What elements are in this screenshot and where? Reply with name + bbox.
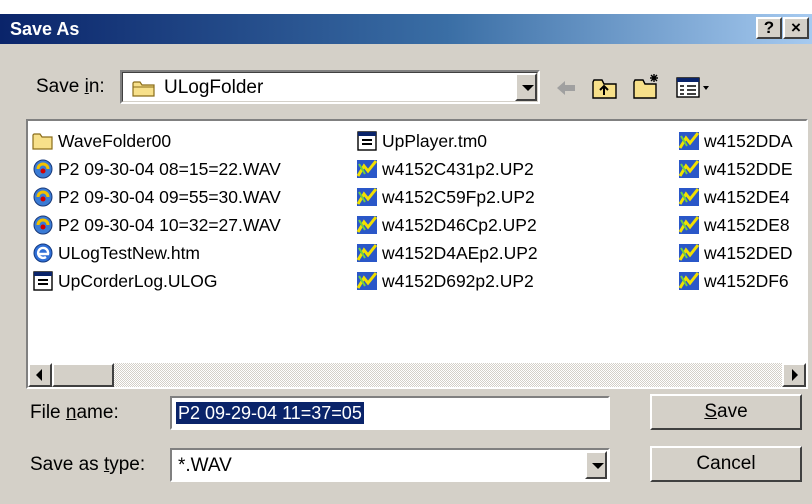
up-one-level-icon[interactable]	[592, 76, 618, 100]
file-column-3: w4152DDA w4152DDE w4152DE4 w4152DE8 w415…	[678, 127, 793, 295]
new-folder-icon[interactable]	[632, 72, 662, 100]
close-button[interactable]: ×	[783, 17, 809, 39]
up2-file-icon	[356, 244, 378, 262]
list-item[interactable]: P2 09-30-04 08=15=22.WAV	[32, 155, 281, 183]
up2-file-icon	[678, 132, 700, 150]
list-item[interactable]: w4152DDA	[678, 127, 793, 155]
list-item[interactable]: w4152DF6	[678, 267, 793, 295]
up2-file-icon	[678, 160, 700, 178]
list-item[interactable]: w4152D692p2.UP2	[356, 267, 538, 295]
up2-file-icon	[356, 188, 378, 206]
list-item[interactable]: w4152C59Fp2.UP2	[356, 183, 538, 211]
up2-file-icon	[678, 272, 700, 290]
file-name-label: File name:	[30, 402, 119, 423]
list-item[interactable]: ULogTestNew.htm	[32, 239, 281, 267]
application-file-icon	[33, 271, 53, 291]
list-item[interactable]: w4152DE4	[678, 183, 793, 211]
list-item[interactable]: w4152DDE	[678, 155, 793, 183]
audio-file-icon	[33, 215, 53, 235]
scrollbar-thumb[interactable]	[52, 363, 114, 387]
scroll-right-button[interactable]	[782, 363, 806, 387]
audio-file-icon	[33, 187, 53, 207]
up2-file-icon	[678, 244, 700, 262]
save-as-type-dropdown[interactable]: *.WAV	[170, 448, 610, 482]
file-column-2: UpPlayer.tm0 w4152C431p2.UP2 w4152C59Fp2…	[356, 127, 538, 295]
save-in-dropdown[interactable]: ULogFolder	[120, 70, 540, 104]
up2-file-icon	[356, 272, 378, 290]
list-item[interactable]: P2 09-30-04 09=55=30.WAV	[32, 183, 281, 211]
save-as-type-label: Save as type:	[30, 454, 146, 475]
folder-icon	[132, 81, 155, 97]
dialog-title: Save As	[10, 19, 80, 39]
audio-file-icon	[33, 159, 53, 179]
list-item[interactable]: w4152D46Cp2.UP2	[356, 211, 538, 239]
cancel-button[interactable]: Cancel	[650, 446, 802, 482]
up2-file-icon	[678, 216, 700, 234]
arrow-left-icon	[36, 369, 42, 381]
horizontal-scrollbar[interactable]	[28, 363, 806, 387]
list-item[interactable]: WaveFolder00	[32, 127, 281, 155]
up2-file-icon	[356, 216, 378, 234]
help-button[interactable]: ?	[756, 17, 782, 39]
view-menu-icon[interactable]	[676, 76, 712, 100]
folder-icon	[32, 133, 53, 150]
file-list[interactable]: WaveFolder00 P2 09-30-04 08=15=22.WAV P2…	[26, 119, 808, 389]
chevron-down-icon	[522, 85, 534, 91]
list-item[interactable]: P2 09-30-04 10=32=27.WAV	[32, 211, 281, 239]
file-column-1: WaveFolder00 P2 09-30-04 08=15=22.WAV P2…	[32, 127, 281, 295]
list-item[interactable]: w4152D4AEp2.UP2	[356, 239, 538, 267]
html-file-icon	[33, 243, 53, 263]
save-as-type-dropdown-button[interactable]	[585, 451, 607, 479]
up2-file-icon	[356, 160, 378, 178]
save-as-dialog: Save As ? × Save in: ULogFolder WaveFold…	[0, 14, 812, 504]
list-item[interactable]: w4152DED	[678, 239, 793, 267]
file-name-input[interactable]: P2 09-29-04 11=37=05	[170, 396, 610, 430]
list-item[interactable]: w4152DE8	[678, 211, 793, 239]
save-in-dropdown-button[interactable]	[515, 73, 537, 101]
save-in-label: Save in:	[36, 76, 105, 97]
list-item[interactable]: UpPlayer.tm0	[356, 127, 538, 155]
chevron-down-icon	[592, 463, 604, 469]
file-name-value: P2 09-29-04 11=37=05	[176, 402, 364, 424]
save-button[interactable]: Save	[650, 394, 802, 430]
title-bar[interactable]: Save As ? ×	[0, 14, 812, 44]
arrow-right-icon	[792, 369, 798, 381]
scroll-left-button[interactable]	[28, 363, 52, 387]
list-item[interactable]: UpCorderLog.ULOG	[32, 267, 281, 295]
current-folder-name: ULogFolder	[164, 77, 264, 98]
back-arrow-icon[interactable]	[554, 78, 578, 98]
save-as-type-value: *.WAV	[178, 455, 232, 476]
up2-file-icon	[678, 188, 700, 206]
application-file-icon	[357, 131, 377, 151]
list-item[interactable]: w4152C431p2.UP2	[356, 155, 538, 183]
